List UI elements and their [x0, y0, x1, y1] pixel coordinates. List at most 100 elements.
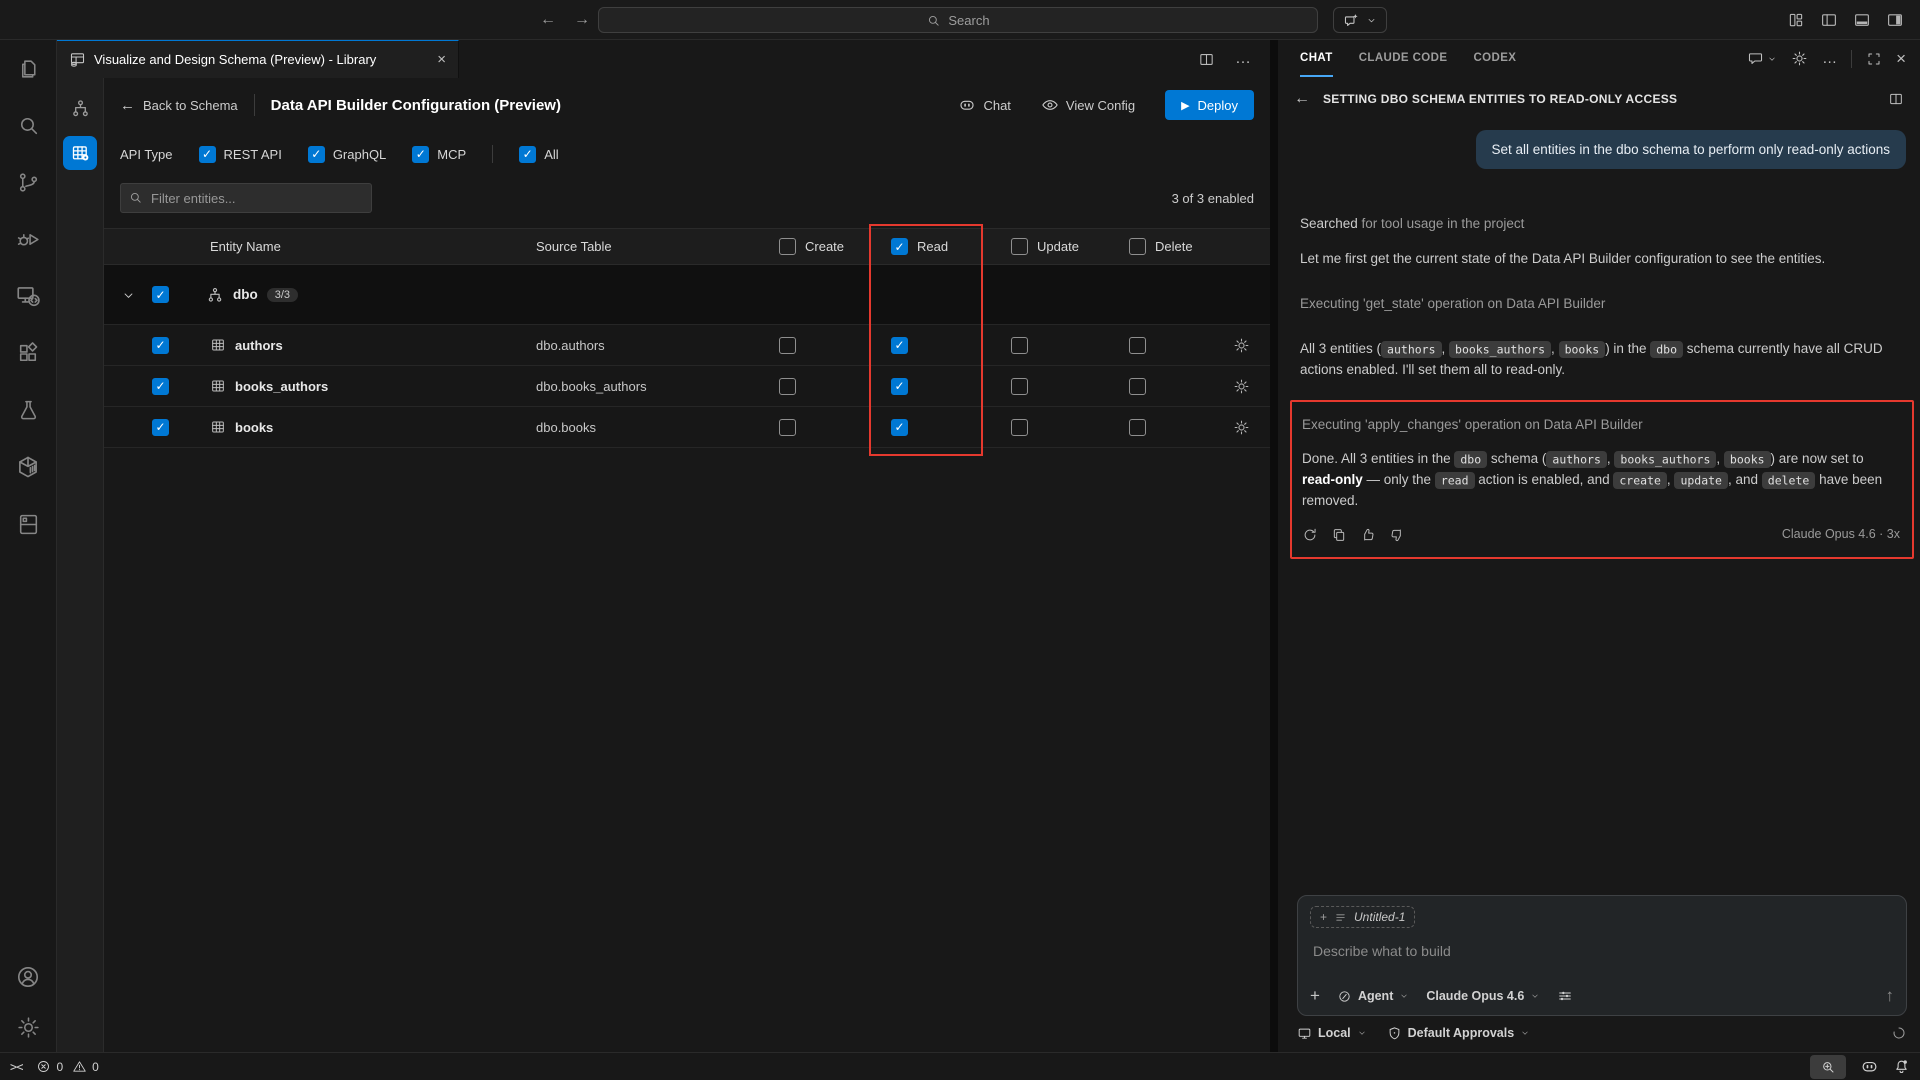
maximize-icon[interactable] — [1866, 51, 1882, 67]
api-type-graphql[interactable]: GraphQL — [308, 146, 386, 163]
create-checkbox[interactable] — [779, 337, 796, 354]
run-debug-icon[interactable] — [15, 226, 41, 252]
mcp-checkbox[interactable] — [412, 146, 429, 163]
database-projects-icon[interactable] — [15, 511, 41, 537]
row-checkbox[interactable] — [152, 419, 169, 436]
read-checkbox[interactable] — [891, 378, 908, 395]
row-checkbox[interactable] — [152, 378, 169, 395]
api-type-mcp[interactable]: MCP — [412, 146, 466, 163]
row-settings-gear-icon[interactable] — [1233, 377, 1270, 395]
notifications-bell-icon[interactable] — [1893, 1058, 1910, 1075]
row-settings-gear-icon[interactable] — [1233, 418, 1270, 436]
error-icon — [36, 1059, 51, 1074]
send-icon[interactable]: ↑ — [1886, 986, 1895, 1006]
chat-settings-gear-icon[interactable] — [1791, 50, 1808, 67]
view-config-button[interactable]: View Config — [1041, 96, 1135, 114]
nav-back-icon[interactable]: ← — [540, 11, 556, 29]
delete-checkbox[interactable] — [1129, 419, 1146, 436]
delete-all-checkbox[interactable] — [1129, 238, 1146, 255]
update-checkbox[interactable] — [1011, 419, 1028, 436]
context-chip[interactable]: + Untitled-1 — [1310, 906, 1415, 928]
copilot-status-icon[interactable] — [1860, 1057, 1879, 1076]
extensions-icon[interactable] — [15, 340, 41, 366]
model-picker[interactable]: Claude Opus 4.6 — [1426, 989, 1540, 1003]
read-all-checkbox[interactable] — [891, 238, 908, 255]
tab-chat[interactable]: CHAT — [1300, 40, 1333, 77]
remote-indicator[interactable]: >< — [10, 1060, 22, 1074]
deploy-button[interactable]: ▶ Deploy — [1165, 90, 1254, 120]
dbo-group-checkbox[interactable] — [152, 286, 169, 303]
update-all-checkbox[interactable] — [1011, 238, 1028, 255]
approvals-picker[interactable]: Default Approvals — [1387, 1026, 1531, 1041]
dab-config-view-icon[interactable] — [63, 136, 97, 170]
chat-input-placeholder[interactable]: Describe what to build — [1313, 943, 1891, 959]
open-session-editor-icon[interactable] — [1888, 91, 1904, 107]
remote-explorer-icon[interactable] — [15, 283, 41, 309]
update-checkbox[interactable] — [1011, 378, 1028, 395]
command-center-search[interactable]: Search — [598, 7, 1318, 33]
source-table: dbo.books_authors — [536, 379, 771, 394]
tools-sliders-icon[interactable] — [1557, 988, 1573, 1004]
tab-visualize-design-schema[interactable]: Visualize and Design Schema (Preview) - … — [57, 40, 459, 78]
split-editor-icon[interactable] — [1198, 51, 1215, 68]
chat-button[interactable]: Chat — [958, 96, 1010, 114]
table-row[interactable]: books_authors dbo.books_authors — [104, 366, 1270, 407]
rest-api-checkbox[interactable] — [199, 146, 216, 163]
delete-checkbox[interactable] — [1129, 378, 1146, 395]
environment-picker[interactable]: Local — [1297, 1026, 1367, 1041]
copilot-chat-button[interactable] — [1333, 7, 1387, 33]
tab-close-icon[interactable]: × — [437, 51, 446, 68]
accounts-icon[interactable] — [15, 964, 41, 990]
retry-icon[interactable] — [1302, 527, 1318, 543]
chat-input-box[interactable]: + Untitled-1 Describe what to build + Ag… — [1297, 895, 1907, 1016]
all-checkbox[interactable] — [519, 146, 536, 163]
nav-forward-icon[interactable]: → — [574, 11, 590, 29]
create-checkbox[interactable] — [779, 378, 796, 395]
table-row[interactable]: books dbo.books — [104, 407, 1270, 448]
row-checkbox[interactable] — [152, 337, 169, 354]
read-checkbox[interactable] — [891, 337, 908, 354]
table-row[interactable]: authors dbo.authors — [104, 325, 1270, 366]
schema-group-row[interactable]: dbo 3/3 — [104, 265, 1270, 325]
create-checkbox[interactable] — [779, 419, 796, 436]
read-checkbox[interactable] — [891, 419, 908, 436]
toggle-primary-sidebar-icon[interactable] — [1820, 11, 1838, 29]
customize-layout-icon[interactable] — [1787, 11, 1805, 29]
back-to-schema-link[interactable]: ← Back to Schema — [120, 97, 238, 114]
graphql-checkbox[interactable] — [308, 146, 325, 163]
attach-plus-icon[interactable]: + — [1310, 986, 1320, 1006]
create-all-checkbox[interactable] — [779, 238, 796, 255]
filter-entities-input[interactable] — [120, 183, 372, 213]
containers-icon[interactable] — [15, 454, 41, 480]
row-settings-gear-icon[interactable] — [1233, 336, 1270, 354]
thumbs-up-icon[interactable] — [1360, 527, 1376, 543]
problems-indicator[interactable]: 0 0 — [36, 1059, 98, 1074]
thumbs-down-icon[interactable] — [1389, 527, 1405, 543]
tab-claude-code[interactable]: CLAUDE CODE — [1359, 40, 1448, 77]
close-panel-icon[interactable]: × — [1896, 49, 1906, 69]
mode-picker[interactable]: Agent — [1337, 989, 1409, 1004]
api-type-all[interactable]: All — [519, 146, 558, 163]
editor-more-actions-icon[interactable]: … — [1235, 50, 1252, 68]
testing-icon[interactable] — [15, 397, 41, 423]
session-progress-ring-icon[interactable] — [1891, 1025, 1907, 1041]
toggle-secondary-sidebar-icon[interactable] — [1886, 11, 1904, 29]
editor-chat-sash[interactable] — [1270, 40, 1278, 1052]
copy-icon[interactable] — [1331, 527, 1347, 543]
session-back-icon[interactable]: ← — [1294, 90, 1310, 108]
update-checkbox[interactable] — [1011, 337, 1028, 354]
source-control-icon[interactable] — [15, 169, 41, 195]
chevron-down-icon[interactable] — [121, 286, 136, 302]
tab-codex[interactable]: CODEX — [1473, 40, 1516, 77]
settings-gear-icon[interactable] — [15, 1014, 41, 1040]
enabled-summary: 3 of 3 enabled — [1172, 191, 1254, 206]
explorer-icon[interactable] — [15, 55, 41, 81]
new-chat-dropdown[interactable] — [1747, 50, 1777, 67]
zoom-status-item[interactable] — [1810, 1055, 1846, 1079]
search-sidebar-icon[interactable] — [15, 112, 41, 138]
api-type-rest[interactable]: REST API — [199, 146, 282, 163]
delete-checkbox[interactable] — [1129, 337, 1146, 354]
chat-more-actions-icon[interactable]: … — [1822, 50, 1837, 67]
toggle-panel-icon[interactable] — [1853, 11, 1871, 29]
schema-view-icon[interactable] — [63, 91, 97, 125]
